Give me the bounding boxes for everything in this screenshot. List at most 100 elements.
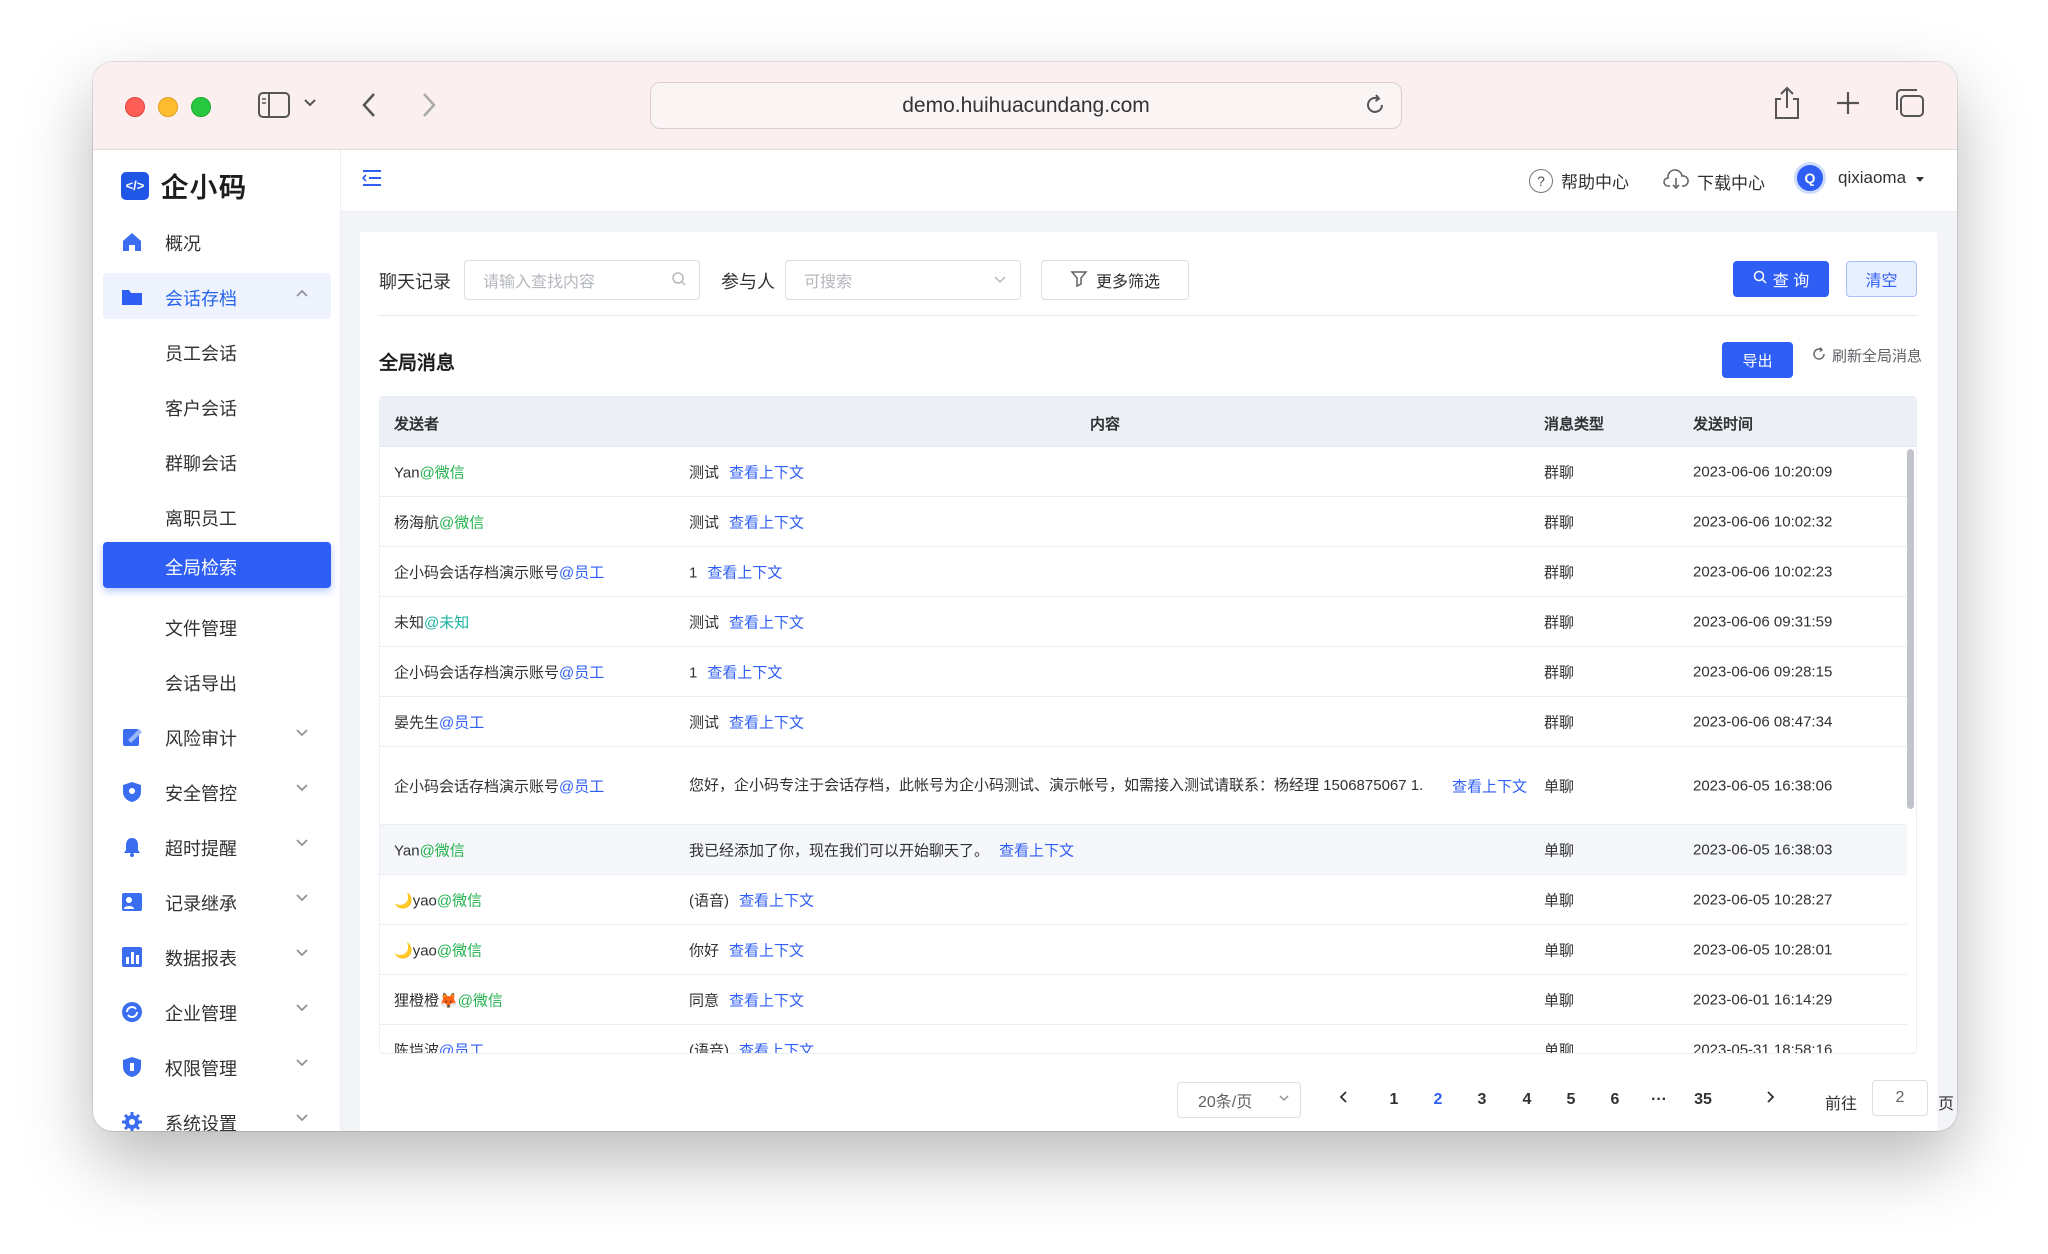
reload-icon[interactable] (1363, 93, 1387, 123)
table-row[interactable]: 🌙yao@微信 你好 查看上下文 单聊 2023-06-05 10:28:01 (380, 925, 1907, 975)
address-bar[interactable]: demo.huihuacundang.com (650, 82, 1402, 129)
sidebar-item-timeout-reminder[interactable]: 超时提醒 (103, 823, 331, 869)
chevron-down-icon (1278, 1092, 1290, 1106)
view-context-link[interactable]: 查看上下文 (729, 992, 804, 1009)
table-row[interactable]: 企小码会话存档演示账号@员工 1 查看上下文 群聊 2023-06-06 09:28:1… (380, 647, 1907, 697)
download-center-link[interactable]: 下载中心 (1663, 168, 1765, 195)
table-row[interactable]: Yan@微信 我已经添加了你，现在我们可以开始聊天了。 查看上下文 单聊 2023-06… (380, 825, 1907, 875)
page-number[interactable]: 6 (1600, 1085, 1630, 1115)
page-number[interactable]: 5 (1556, 1085, 1586, 1115)
chevron-up-icon (295, 287, 309, 301)
prev-page-button[interactable] (1329, 1085, 1359, 1115)
sidebar-item-label: 权限管理 (165, 1059, 237, 1079)
clear-button[interactable]: 清空 (1846, 261, 1917, 297)
sidebar-item-employee-chats[interactable]: 员工会话 (103, 328, 331, 374)
page-number[interactable]: 2 (1423, 1085, 1453, 1115)
page-number[interactable]: 3 (1467, 1085, 1497, 1115)
share-icon[interactable] (1773, 86, 1801, 120)
goto-page-input[interactable]: 2 (1872, 1080, 1928, 1116)
view-context-link[interactable]: 查看上下文 (999, 842, 1074, 859)
menu-collapse-icon[interactable] (361, 168, 383, 193)
sender-name: 企小码会话存档演示账号 (394, 664, 560, 681)
main-content: 聊天记录 请输入查找内容 参与人 可搜索 更多筛选 查 询 清空 全局消息 导出… (341, 212, 1957, 1131)
back-arrow-icon[interactable] (361, 92, 377, 118)
view-context-link[interactable]: 查看上下文 (739, 1042, 814, 1053)
new-tab-plus-icon[interactable] (1835, 90, 1861, 116)
export-button[interactable]: 导出 (1722, 342, 1793, 378)
page-number[interactable]: 4 (1512, 1085, 1542, 1115)
view-context-link[interactable]: 查看上下文 (729, 614, 804, 631)
sidebar-item-enterprise-management[interactable]: 企业管理 (103, 988, 331, 1034)
page-number[interactable]: 1 (1379, 1085, 1409, 1115)
page-size-select[interactable]: 20条/页 (1177, 1082, 1301, 1118)
view-context-link[interactable]: 查看上下文 (707, 664, 782, 681)
close-window-button[interactable] (125, 97, 145, 117)
user-menu[interactable]: Q qixiaoma (1794, 162, 1926, 194)
username: qixiaoma (1838, 168, 1907, 187)
sidebar-item-customer-chats[interactable]: 客户会话 (103, 383, 331, 429)
app-logo[interactable]: </> 企小码 (121, 166, 248, 205)
chat-search-input[interactable]: 请输入查找内容 (464, 260, 700, 300)
table-row[interactable]: 未知@未知 测试 查看上下文 群聊 2023-06-06 09:31:59 (380, 597, 1907, 647)
table-row[interactable]: 🌙yao@微信 (语音) 查看上下文 单聊 2023-06-05 10:28:27 (380, 875, 1907, 925)
sidebar-toggle-icon[interactable] (258, 92, 290, 118)
browser-window: demo.huihuacundang.com </> 企小码 概况 会话存档 员… (93, 62, 1957, 1131)
view-context-link[interactable]: 查看上下文 (1452, 775, 1527, 796)
forward-arrow-icon[interactable] (421, 92, 437, 118)
next-page-button[interactable] (1755, 1085, 1785, 1115)
sidebar-item-risk-audit[interactable]: 风险审计 (103, 713, 331, 759)
goto-prefix: 前往 (1825, 1096, 1858, 1113)
refresh-global-messages-button[interactable]: 刷新全局消息 (1812, 345, 1922, 366)
sidebar-item-label: 文件管理 (165, 619, 237, 639)
participant-select[interactable]: 可搜索 (785, 260, 1021, 300)
view-context-link[interactable]: 查看上下文 (707, 564, 782, 581)
send-time-cell: 2023-06-05 16:38:03 (1693, 841, 1833, 858)
chevron-down-icon[interactable] (303, 98, 317, 108)
sidebar-item-data-reports[interactable]: 数据报表 (103, 933, 331, 979)
view-context-link[interactable]: 查看上下文 (739, 892, 814, 909)
page-number[interactable]: 35 (1688, 1085, 1718, 1115)
sidebar-item-chat-export[interactable]: 会话导出 (103, 658, 331, 704)
sidebar-item-chat-archive[interactable]: 会话存档 (103, 273, 331, 319)
view-context-link[interactable]: 查看上下文 (729, 464, 804, 481)
table-row[interactable]: 狸橙橙🦊@微信 同意 查看上下文 单聊 2023-06-01 16:14:29 (380, 975, 1907, 1025)
zoom-window-button[interactable] (191, 97, 211, 117)
view-context-link[interactable]: 查看上下文 (729, 942, 804, 959)
help-center-link[interactable]: ? 帮助中心 (1529, 168, 1629, 193)
sidebar-item-record-inheritance[interactable]: 记录继承 (103, 878, 331, 924)
tabs-overview-icon[interactable] (1893, 88, 1925, 118)
send-time-cell: 2023-06-06 09:31:59 (1693, 613, 1833, 630)
sender-name: 陈垲波 (394, 1042, 440, 1053)
table-row[interactable]: 陈垲波@员工 (语音) 查看上下文 单聊 2023-05-31 18:58:16 (380, 1025, 1907, 1053)
table-row[interactable]: Yan@微信 测试 查看上下文 群聊 2023-06-06 10:20:09 (380, 447, 1907, 497)
table-row[interactable]: 晏先生@员工 测试 查看上下文 群聊 2023-06-06 08:47:34 (380, 697, 1907, 747)
sender-source-tag: @员工 (439, 1042, 485, 1053)
sidebar-item-group-chats[interactable]: 群聊会话 (103, 438, 331, 484)
sidebar-item-permission-management[interactable]: 权限管理 (103, 1043, 331, 1089)
message-text: 测试 (689, 464, 720, 481)
query-button[interactable]: 查 询 (1733, 261, 1829, 297)
sidebar-item-label: 离职员工 (165, 509, 237, 529)
sidebar-item-resigned-employees[interactable]: 离职员工 (103, 493, 331, 539)
message-type-cell: 群聊 (1544, 464, 1575, 481)
table-scrollbar[interactable] (1907, 449, 1914, 809)
sender-name: yao (412, 892, 437, 909)
more-filters-button[interactable]: 更多筛选 (1041, 260, 1189, 300)
sender-cell: Yan@微信 (394, 839, 465, 860)
content-cell: 我已经添加了你，现在我们可以开始聊天了。 查看上下文 (689, 839, 1074, 860)
message-type-cell: 群聊 (1544, 614, 1575, 631)
sidebar-item-security-control[interactable]: 安全管控 (103, 768, 331, 814)
sidebar-item-overview[interactable]: 概况 (103, 218, 331, 264)
table-row[interactable]: 企小码会话存档演示账号@员工 1 查看上下文 群聊 2023-06-06 10:02:2… (380, 547, 1907, 597)
view-context-link[interactable]: 查看上下文 (729, 714, 804, 731)
table-row[interactable]: 杨海航@微信 测试 查看上下文 群聊 2023-06-06 10:02:32 (380, 497, 1907, 547)
sidebar-item-global-search[interactable]: 全局检索 (103, 542, 331, 588)
page-ellipsis[interactable]: ··· (1644, 1085, 1674, 1115)
sidebar-item-file-management[interactable]: 文件管理 (103, 603, 331, 649)
message-text: 您好，企小码专注于会话存档，此帐号为企小码测试、演示帐号，如需接入测试请联系：杨… (689, 776, 1424, 794)
minimize-window-button[interactable] (158, 97, 178, 117)
view-context-link[interactable]: 查看上下文 (729, 514, 804, 531)
table-row[interactable]: 企小码会话存档演示账号@员工 您好，企小码专注于会话存档，此帐号为企小码测试、演示… (380, 747, 1907, 825)
sidebar-item-system-settings[interactable]: 系统设置 (103, 1098, 331, 1131)
search-panel: 聊天记录 请输入查找内容 参与人 可搜索 更多筛选 查 询 清空 全局消息 导出… (360, 232, 1954, 1131)
